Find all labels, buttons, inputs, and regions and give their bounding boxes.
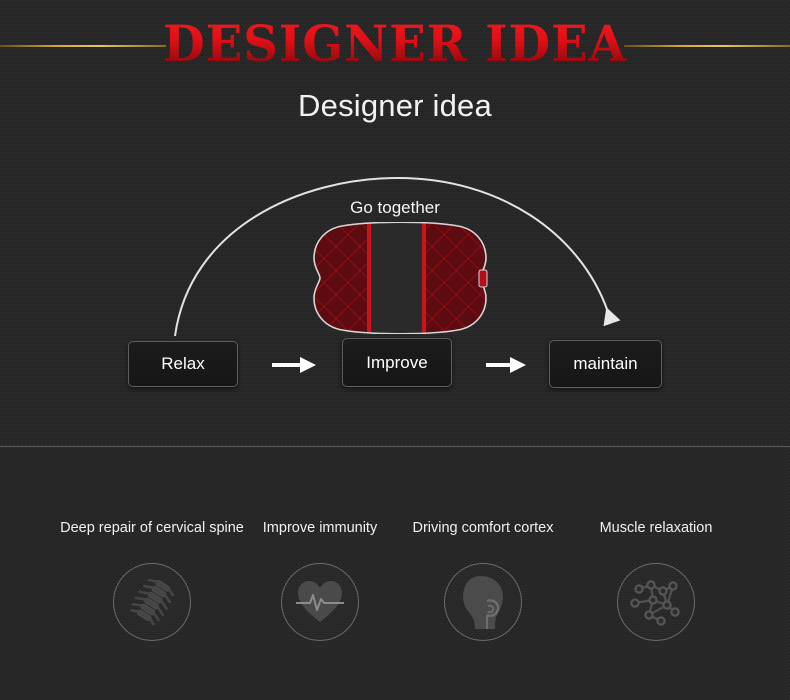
car-headrest-pillow [313,222,488,334]
feature-item-driving-comfort: Driving comfort cortex [383,519,583,641]
spine-icon [130,578,175,626]
molecule-icon [630,580,680,626]
arc-label: Go together [350,198,440,217]
feature-icon-circle [113,563,191,641]
head-profile-icon [463,576,503,629]
feature-item-muscle-relaxation: Muscle relaxation [556,519,756,641]
designer-idea-section: DESIGNER IDEA Designer idea Go together … [0,0,790,446]
benefits-section: Deep repair of cervical spine Improve im… [0,447,790,700]
step-button-maintain[interactable]: maintain [549,340,662,388]
heart-ecg-icon [296,581,344,622]
page-title: DESIGNER IDEA [16,16,774,72]
step-label: Improve [366,352,428,372]
step-label: maintain [573,354,638,373]
feature-label: Driving comfort cortex [412,520,554,536]
feature-label: Muscle relaxation [599,520,713,536]
feature-icon-circle [281,563,359,641]
feature-icon-circle [444,563,522,641]
feature-icon-circle [617,563,695,641]
title-row: DESIGNER IDEA [0,10,790,72]
step-button-relax[interactable]: Relax [128,341,238,387]
step-label: Relax [161,354,205,373]
page-subtitle: Designer idea [298,88,492,123]
designer-idea-page: DESIGNER IDEA Designer idea Go together … [0,0,790,700]
step-button-improve[interactable]: Improve [342,338,452,387]
